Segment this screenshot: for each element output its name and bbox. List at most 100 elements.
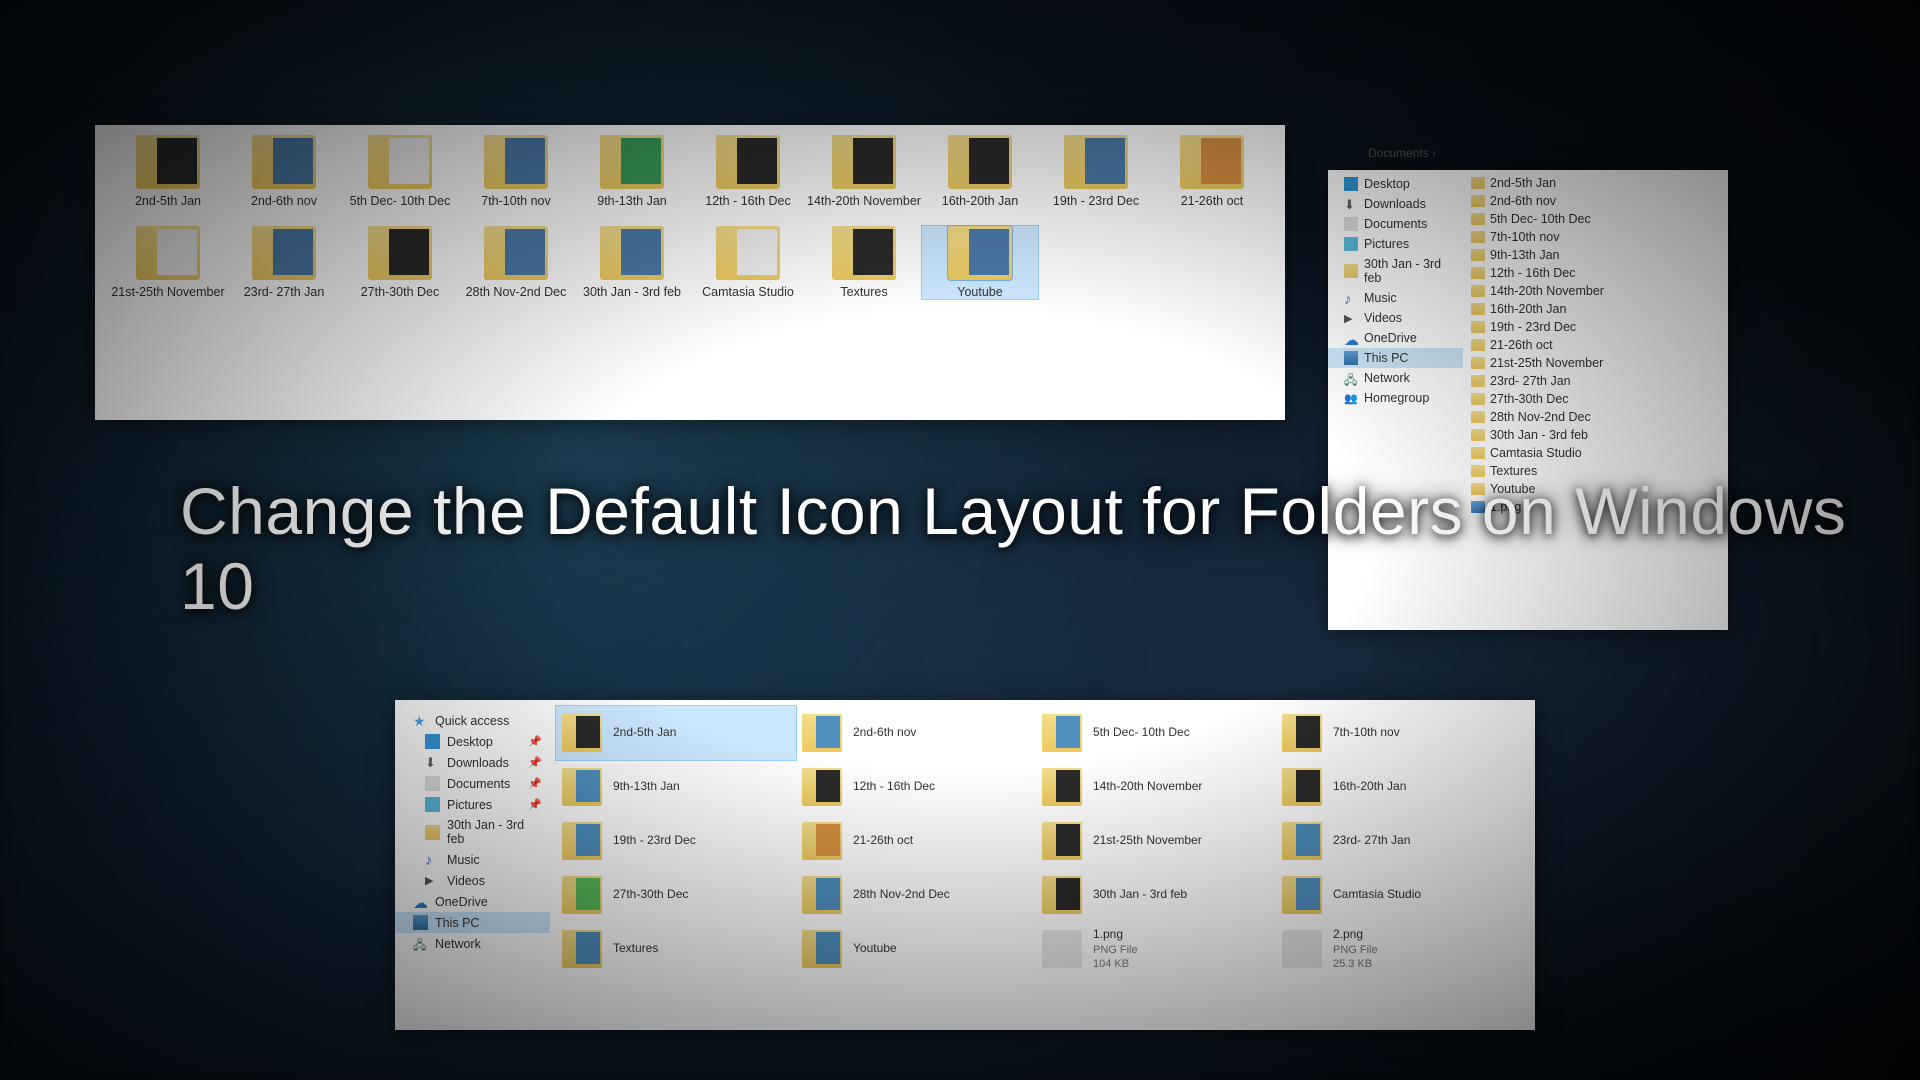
tile-item[interactable]: 2.pngPNG File25.3 KB — [1276, 922, 1516, 976]
folder-item[interactable]: 7th-10th nov — [458, 135, 574, 208]
tile-item[interactable]: 28th Nov-2nd Dec — [796, 868, 1036, 922]
breadcrumb[interactable]: Documents › — [1368, 146, 1436, 160]
folder-item[interactable]: Camtasia Studio — [690, 226, 806, 299]
nav-item-network[interactable]: Network — [1328, 368, 1463, 388]
nav-item-downloads[interactable]: Downloads — [1328, 194, 1463, 214]
folder-item[interactable]: 28th Nov-2nd Dec — [458, 226, 574, 299]
folder-item[interactable]: Textures — [806, 226, 922, 299]
tile-label: 21st-25th November — [1093, 833, 1202, 849]
folder-item[interactable]: 9th-13th Jan — [574, 135, 690, 208]
explorer-large-icons: 2nd-5th Jan2nd-6th nov5th Dec- 10th Dec7… — [95, 125, 1285, 420]
tile-item[interactable]: 2nd-5th Jan — [556, 706, 796, 760]
nav-item-music[interactable]: Music — [395, 849, 550, 870]
tile-label: Textures — [613, 941, 658, 957]
folder-item[interactable]: 2nd-5th Jan — [110, 135, 226, 208]
nav-item-pictures[interactable]: Pictures📌 — [395, 794, 550, 815]
doc-icon — [1344, 217, 1358, 231]
list-item[interactable]: 16th-20th Jan — [1463, 300, 1728, 318]
tile-item[interactable]: 9th-13th Jan — [556, 760, 796, 814]
nav-item-onedrive[interactable]: OneDrive — [1328, 328, 1463, 348]
list-item[interactable]: 19th - 23rd Dec — [1463, 318, 1728, 336]
nav-item-this-pc[interactable]: This PC — [1328, 348, 1463, 368]
folder-icon — [1471, 249, 1485, 261]
tile-item[interactable]: 23rd- 27th Jan — [1276, 814, 1516, 868]
folder-item[interactable]: 19th - 23rd Dec — [1038, 135, 1154, 208]
nav-item-quick-access[interactable]: Quick access — [395, 710, 550, 731]
folder-item[interactable]: 30th Jan - 3rd feb — [574, 226, 690, 299]
nav-item-desktop[interactable]: Desktop — [1328, 174, 1463, 194]
nav-item-music[interactable]: Music — [1328, 288, 1463, 308]
folder-item[interactable]: Youtube — [922, 226, 1038, 299]
tile-item[interactable]: 1.pngPNG File104 KB — [1036, 922, 1276, 976]
tile-item[interactable]: 5th Dec- 10th Dec — [1036, 706, 1276, 760]
list-label: 2nd-5th Jan — [1490, 176, 1556, 190]
tile-item[interactable]: 14th-20th November — [1036, 760, 1276, 814]
tile-item[interactable]: 12th - 16th Dec — [796, 760, 1036, 814]
list-item[interactable]: 28th Nov-2nd Dec — [1463, 408, 1728, 426]
tile-label: 30th Jan - 3rd feb — [1093, 887, 1187, 903]
tile-item[interactable]: 27th-30th Dec — [556, 868, 796, 922]
od-icon — [1344, 331, 1358, 345]
folder-icon — [1471, 285, 1485, 297]
tile-item[interactable]: 21st-25th November — [1036, 814, 1276, 868]
nav-item-network[interactable]: Network — [395, 933, 550, 954]
folder-item[interactable]: 16th-20th Jan — [922, 135, 1038, 208]
list-item[interactable]: 5th Dec- 10th Dec — [1463, 210, 1728, 228]
list-item[interactable]: 21-26th oct — [1463, 336, 1728, 354]
list-item[interactable]: 2nd-6th nov — [1463, 192, 1728, 210]
pin-icon: 📌 — [528, 735, 542, 748]
list-item[interactable]: 7th-10th nov — [1463, 228, 1728, 246]
nav-item-videos[interactable]: Videos — [395, 870, 550, 891]
tile-item[interactable]: 2nd-6th nov — [796, 706, 1036, 760]
list-label: 23rd- 27th Jan — [1490, 374, 1571, 388]
list-item[interactable]: 9th-13th Jan — [1463, 246, 1728, 264]
list-item[interactable]: 30th Jan - 3rd feb — [1463, 426, 1728, 444]
pin-icon: 📌 — [528, 777, 542, 790]
nav-item-homegroup[interactable]: Homegroup — [1328, 388, 1463, 408]
list-item[interactable]: 12th - 16th Dec — [1463, 264, 1728, 282]
folder-item[interactable]: 27th-30th Dec — [342, 226, 458, 299]
folder-icon — [1042, 876, 1082, 914]
tile-item[interactable]: 19th - 23rd Dec — [556, 814, 796, 868]
tile-item[interactable]: 16th-20th Jan — [1276, 760, 1516, 814]
folder-icon — [1471, 303, 1485, 315]
nav-item-desktop[interactable]: Desktop📌 — [395, 731, 550, 752]
folder-item[interactable]: 21st-25th November — [110, 226, 226, 299]
tile-label: 28th Nov-2nd Dec — [853, 887, 950, 903]
folder-item[interactable]: 2nd-6th nov — [226, 135, 342, 208]
folder-icon — [1471, 375, 1485, 387]
list-item[interactable]: 27th-30th Dec — [1463, 390, 1728, 408]
list-item[interactable]: 2nd-5th Jan — [1463, 174, 1728, 192]
folder-item[interactable]: 12th - 16th Dec — [690, 135, 806, 208]
tile-item[interactable]: 30th Jan - 3rd feb — [1036, 868, 1276, 922]
nav-item-documents[interactable]: Documents — [1328, 214, 1463, 234]
folder-label: 12th - 16th Dec — [690, 194, 806, 208]
list-item[interactable]: 23rd- 27th Jan — [1463, 372, 1728, 390]
folder-item[interactable]: 14th-20th November — [806, 135, 922, 208]
list-item[interactable]: 14th-20th November — [1463, 282, 1728, 300]
nav-item-documents[interactable]: Documents📌 — [395, 773, 550, 794]
tile-item[interactable]: Youtube — [796, 922, 1036, 976]
tile-item[interactable]: 7th-10th nov — [1276, 706, 1516, 760]
list-item[interactable]: 21st-25th November — [1463, 354, 1728, 372]
tile-item[interactable]: Camtasia Studio — [1276, 868, 1516, 922]
tile-label: 2nd-6th nov — [853, 725, 916, 741]
folder-item[interactable]: 5th Dec- 10th Dec — [342, 135, 458, 208]
list-item[interactable]: Camtasia Studio — [1463, 444, 1728, 462]
folder-icon — [802, 714, 842, 752]
folder-icon — [1471, 177, 1485, 189]
nav-item-this-pc[interactable]: This PC — [395, 912, 550, 933]
tile-item[interactable]: 21-26th oct — [796, 814, 1036, 868]
nav-item-downloads[interactable]: Downloads📌 — [395, 752, 550, 773]
nav-item-30th-jan-3rd-feb[interactable]: 30th Jan - 3rd feb — [1328, 254, 1463, 288]
folder-label: 23rd- 27th Jan — [226, 285, 342, 299]
nav-item-onedrive[interactable]: OneDrive — [395, 891, 550, 912]
folder-item[interactable]: 21-26th oct — [1154, 135, 1270, 208]
tile-item[interactable]: Textures — [556, 922, 796, 976]
folder-item[interactable]: 23rd- 27th Jan — [226, 226, 342, 299]
mus-icon — [425, 852, 440, 867]
nav-item-pictures[interactable]: Pictures — [1328, 234, 1463, 254]
nav-label: Pictures — [447, 798, 492, 812]
nav-item-30th-jan-3rd-feb[interactable]: 30th Jan - 3rd feb — [395, 815, 550, 849]
nav-item-videos[interactable]: Videos — [1328, 308, 1463, 328]
